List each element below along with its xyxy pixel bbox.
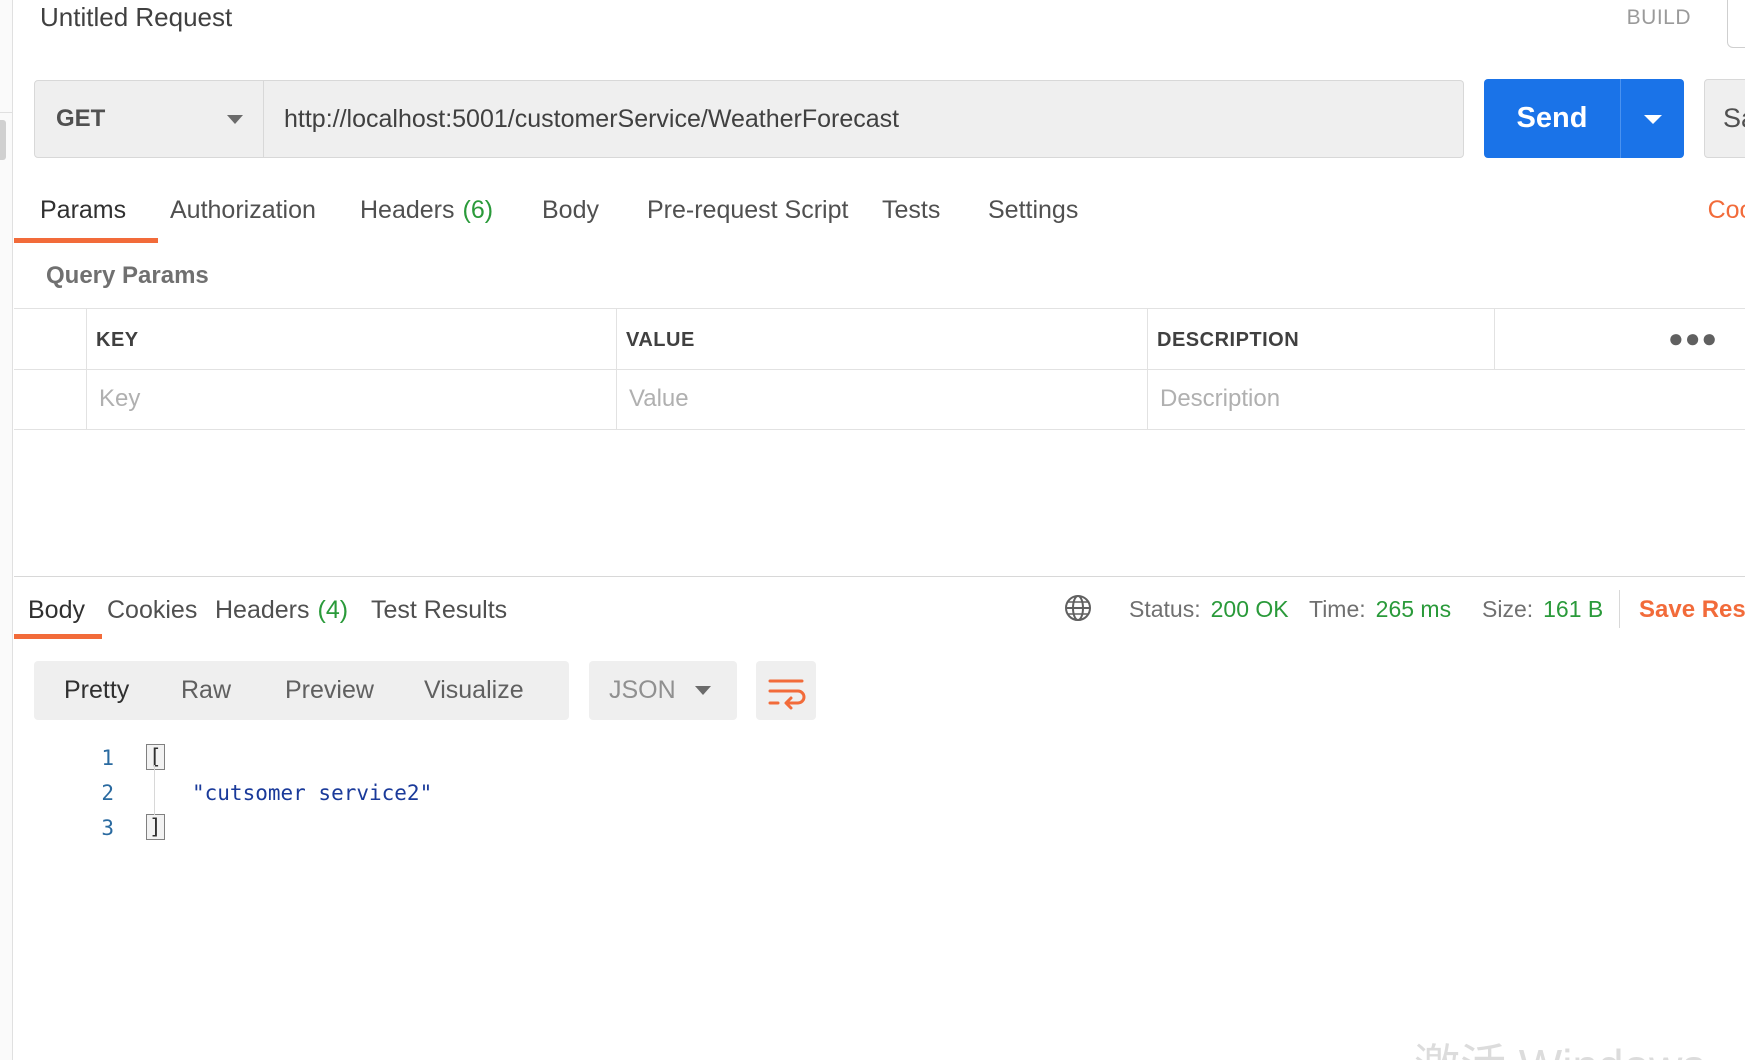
response-tab-cookies-label: Cookies (107, 596, 198, 624)
indent-guide (154, 765, 155, 815)
format-raw-button[interactable]: Raw (181, 661, 231, 720)
tab-pre-request-script[interactable]: Pre-request Script (647, 190, 848, 242)
language-select[interactable]: JSON (589, 661, 737, 720)
status-label: Status: (1129, 596, 1201, 622)
tab-body-label: Body (542, 196, 599, 224)
column-divider (86, 309, 87, 430)
column-divider (1147, 309, 1148, 430)
column-divider (616, 309, 617, 430)
wrap-lines-icon (768, 679, 806, 710)
sidebar-divider (0, 112, 13, 113)
code-line: "cutsomer service2" (192, 781, 432, 805)
key-input[interactable]: Key (99, 385, 140, 413)
sidebar-resize-handle[interactable] (0, 120, 6, 160)
tab-settings[interactable]: Settings (988, 190, 1078, 242)
save-button[interactable]: Sa (1704, 79, 1745, 158)
status-value[interactable]: 200 OK (1211, 596, 1289, 622)
description-input[interactable]: Description (1160, 385, 1280, 413)
line-number: 1 (101, 746, 114, 770)
globe-icon[interactable] (1064, 594, 1092, 622)
response-tab-headers[interactable]: Headers (4) (215, 590, 348, 625)
tab-headers-label: Headers (360, 196, 455, 224)
tab-tests[interactable]: Tests (882, 190, 940, 242)
column-divider (1494, 309, 1495, 369)
active-tab-indicator (14, 238, 158, 243)
ellipsis-icon[interactable]: ●●● (1668, 323, 1718, 354)
request-tabs: Params Authorization Headers (6) Body Pre… (14, 190, 1745, 242)
code-line: ] (146, 814, 165, 840)
tab-params-label: Params (40, 196, 127, 224)
bracket-match-open: [ (146, 744, 165, 770)
cookies-link[interactable]: Cool (1708, 196, 1745, 225)
size-label: Size: (1482, 596, 1534, 622)
response-tab-headers-label: Headers (215, 596, 310, 624)
column-header-value: VALUE (626, 329, 695, 351)
response-tab-body[interactable]: Body (28, 590, 85, 625)
response-tab-test-results[interactable]: Test Results (371, 590, 507, 625)
pane-splitter[interactable] (14, 576, 1745, 577)
response-tab-cookies[interactable]: Cookies (107, 590, 197, 625)
active-response-tab-indicator (14, 634, 102, 639)
code-line: [ (146, 744, 165, 770)
time-value[interactable]: 265 ms (1376, 596, 1451, 622)
line-number: 2 (101, 781, 114, 805)
response-status: Status: 200 OK (1129, 596, 1289, 623)
response-tab-test-results-label: Test Results (371, 596, 508, 624)
send-button-label: Send (1516, 102, 1588, 134)
tab-tests-label: Tests (882, 196, 941, 224)
send-button-divider (1620, 79, 1621, 158)
wrap-lines-button[interactable] (756, 661, 816, 720)
line-number: 3 (101, 816, 114, 840)
tab-headers-count: (6) (462, 196, 494, 224)
status-divider (1619, 590, 1620, 628)
response-code-editor[interactable]: 1 [ 2 "cutsomer service2" 3 ] (14, 740, 1745, 880)
tab-authorization[interactable]: Authorization (170, 190, 316, 242)
method-value: GET (56, 105, 106, 132)
tab-headers[interactable]: Headers (6) (360, 190, 493, 242)
format-toggle-group: Pretty Raw Preview Visualize (34, 661, 569, 720)
chevron-down-icon (227, 115, 243, 124)
send-button[interactable]: Send (1484, 79, 1684, 158)
tab-settings-label: Settings (988, 196, 1079, 224)
column-header-key: KEY (96, 329, 139, 351)
response-tab-body-label: Body (28, 596, 85, 624)
build-mode-label[interactable]: BUILD (1627, 6, 1691, 30)
send-options-chevron-icon[interactable] (1644, 115, 1662, 124)
activation-watermark: 激活 Windows (1414, 1030, 1705, 1060)
size-value[interactable]: 161 B (1543, 596, 1603, 622)
request-panel: Untitled Request BUILD GET http://localh… (14, 0, 1745, 1060)
request-title[interactable]: Untitled Request (40, 2, 232, 33)
query-params-table: KEY VALUE DESCRIPTION ●●● Key Value Desc… (14, 308, 1745, 430)
format-visualize-button[interactable]: Visualize (424, 661, 524, 720)
url-input[interactable]: http://localhost:5001/customerService/We… (264, 80, 1464, 158)
mode-toggle-edge[interactable] (1727, 0, 1745, 48)
response-tab-headers-count: (4) (317, 596, 349, 624)
table-row-divider (14, 369, 1745, 370)
tab-pre-request-script-label: Pre-request Script (647, 196, 849, 224)
method-select[interactable]: GET (34, 80, 264, 158)
tab-body[interactable]: Body (542, 190, 599, 242)
value-input[interactable]: Value (629, 385, 689, 413)
chevron-down-icon (695, 686, 711, 695)
query-params-title: Query Params (46, 262, 209, 289)
bracket-match-close: ] (146, 814, 165, 840)
left-sidebar-edge (0, 0, 13, 1060)
json-string-value: "cutsomer service2" (192, 781, 433, 805)
response-time: Time: 265 ms (1309, 596, 1451, 623)
tab-authorization-label: Authorization (170, 196, 316, 224)
language-value: JSON (609, 676, 676, 704)
save-response-button[interactable]: Save Res (1639, 596, 1745, 624)
tab-params[interactable]: Params (40, 190, 126, 242)
response-size: Size: 161 B (1482, 596, 1603, 623)
format-preview-button[interactable]: Preview (285, 661, 374, 720)
format-pretty-button[interactable]: Pretty (64, 661, 129, 720)
column-header-description: DESCRIPTION (1157, 329, 1300, 351)
time-label: Time: (1309, 596, 1366, 622)
